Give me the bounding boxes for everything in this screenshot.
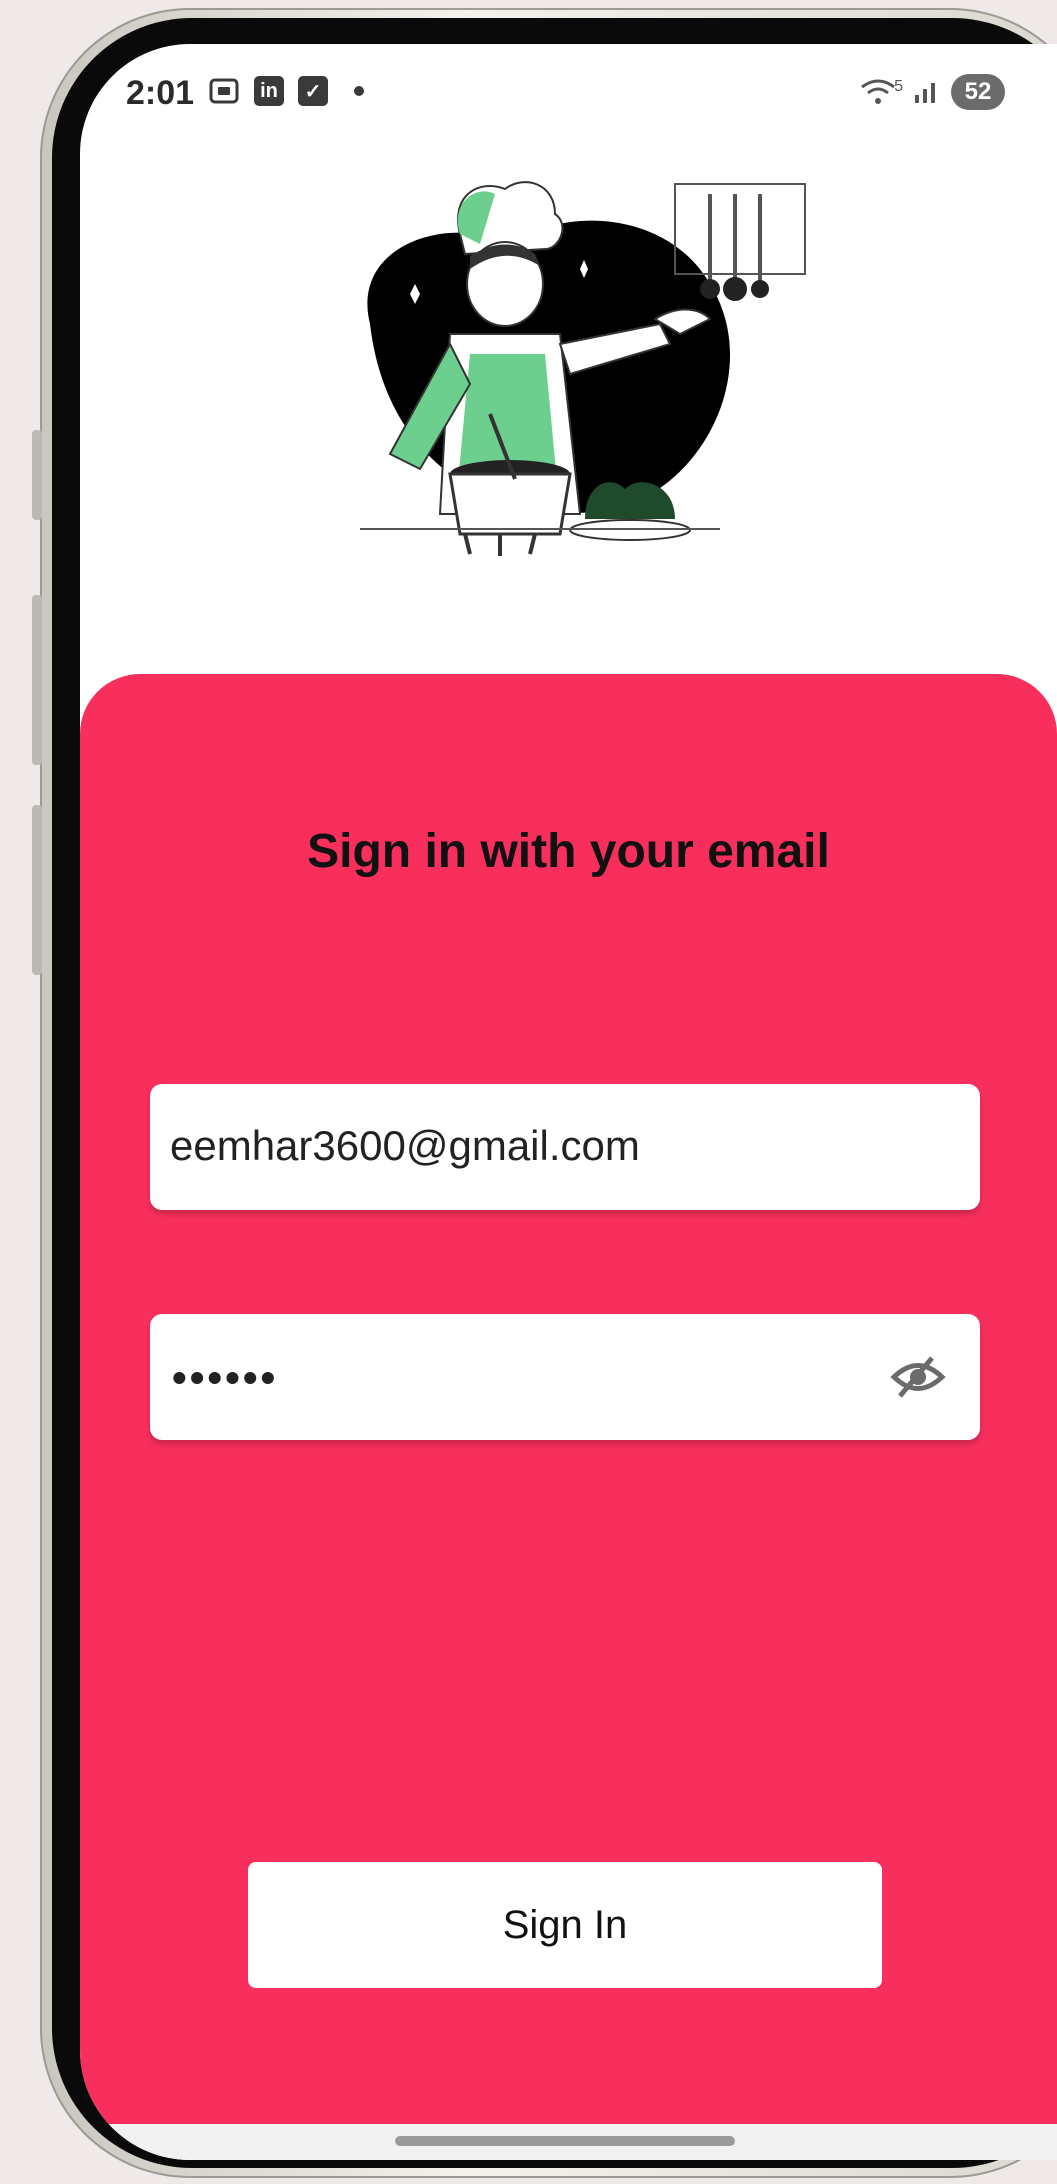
email-field[interactable]: eemhar3600@gmail.com	[150, 1084, 980, 1210]
password-value[interactable]: ••••••	[172, 1354, 278, 1402]
side-button	[32, 805, 42, 975]
signin-card: Sign in with your email eemhar3600@gmail…	[80, 674, 1057, 2154]
navigation-bar	[80, 2124, 1057, 2160]
battery-icon: 52	[951, 74, 1005, 110]
status-bar: 2:01 in ✓ 5 52	[80, 44, 1057, 144]
eye-off-icon[interactable]	[890, 1354, 946, 1400]
email-value[interactable]: eemhar3600@gmail.com	[170, 1122, 640, 1170]
notification-icons: in ✓	[208, 76, 364, 106]
signin-button[interactable]: Sign In	[248, 1862, 882, 1988]
more-notifications-dot	[354, 86, 364, 96]
side-button	[32, 595, 42, 765]
signin-title: Sign in with your email	[307, 825, 830, 878]
home-indicator[interactable]	[395, 2136, 735, 2146]
network-type: 5	[894, 78, 903, 95]
signal-icon	[915, 83, 935, 103]
app-screen: 2:01 in ✓ 5 52 Sign in with your email e…	[80, 44, 1057, 2160]
wifi-icon	[861, 79, 895, 104]
status-time: 2:01	[126, 74, 195, 112]
system-status: 5 52	[858, 74, 1005, 110]
linkedin-icon: in	[254, 76, 284, 106]
screenshot-icon	[209, 78, 239, 104]
chef-illustration	[360, 181, 806, 556]
checkbox-icon: ✓	[298, 76, 328, 106]
side-button	[32, 430, 42, 520]
password-field[interactable]: ••••••	[150, 1314, 980, 1440]
